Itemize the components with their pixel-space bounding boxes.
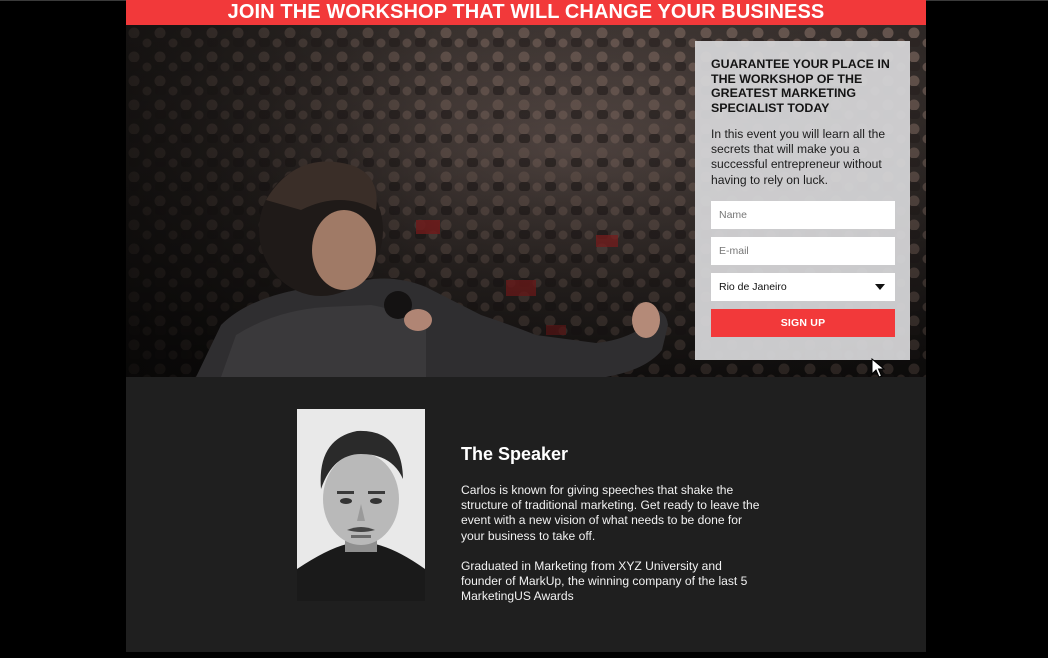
speaker-portrait-illustration — [297, 409, 425, 601]
speaker-bio-paragraph-1: Carlos is known for giving speeches that… — [461, 483, 760, 543]
signup-heading: GUARANTEE YOUR PLACE IN THE WORKSHOP OF … — [711, 57, 890, 115]
mouse-cursor-icon — [871, 358, 885, 378]
speaker-bio-paragraph-2: Graduated in Marketing from XYZ Universi… — [461, 558, 748, 604]
chevron-down-icon — [875, 283, 885, 290]
signup-description: In this event you will learn all the sec… — [711, 127, 886, 187]
speaker-section: The Speaker Carlos is known for giving s… — [126, 377, 926, 652]
speaker-title: The Speaker — [461, 444, 569, 464]
city-select[interactable]: Rio de Janeiro — [711, 272, 895, 301]
speaker-photo — [297, 409, 425, 601]
city-select-value: Rio de Janeiro — [719, 280, 787, 293]
signup-card: GUARANTEE YOUR PLACE IN THE WORKSHOP OF … — [695, 41, 910, 360]
name-input[interactable] — [711, 200, 895, 229]
signup-button[interactable]: SIGN UP — [711, 308, 895, 337]
speaker-bio: Carlos is known for giving speeches that… — [461, 483, 761, 619]
landing-page: JOIN THE WORKSHOP THAT WILL CHANGE YOUR … — [0, 0, 1048, 658]
page-banner: JOIN THE WORKSHOP THAT WILL CHANGE YOUR … — [126, 0, 926, 25]
email-input[interactable] — [711, 236, 895, 265]
